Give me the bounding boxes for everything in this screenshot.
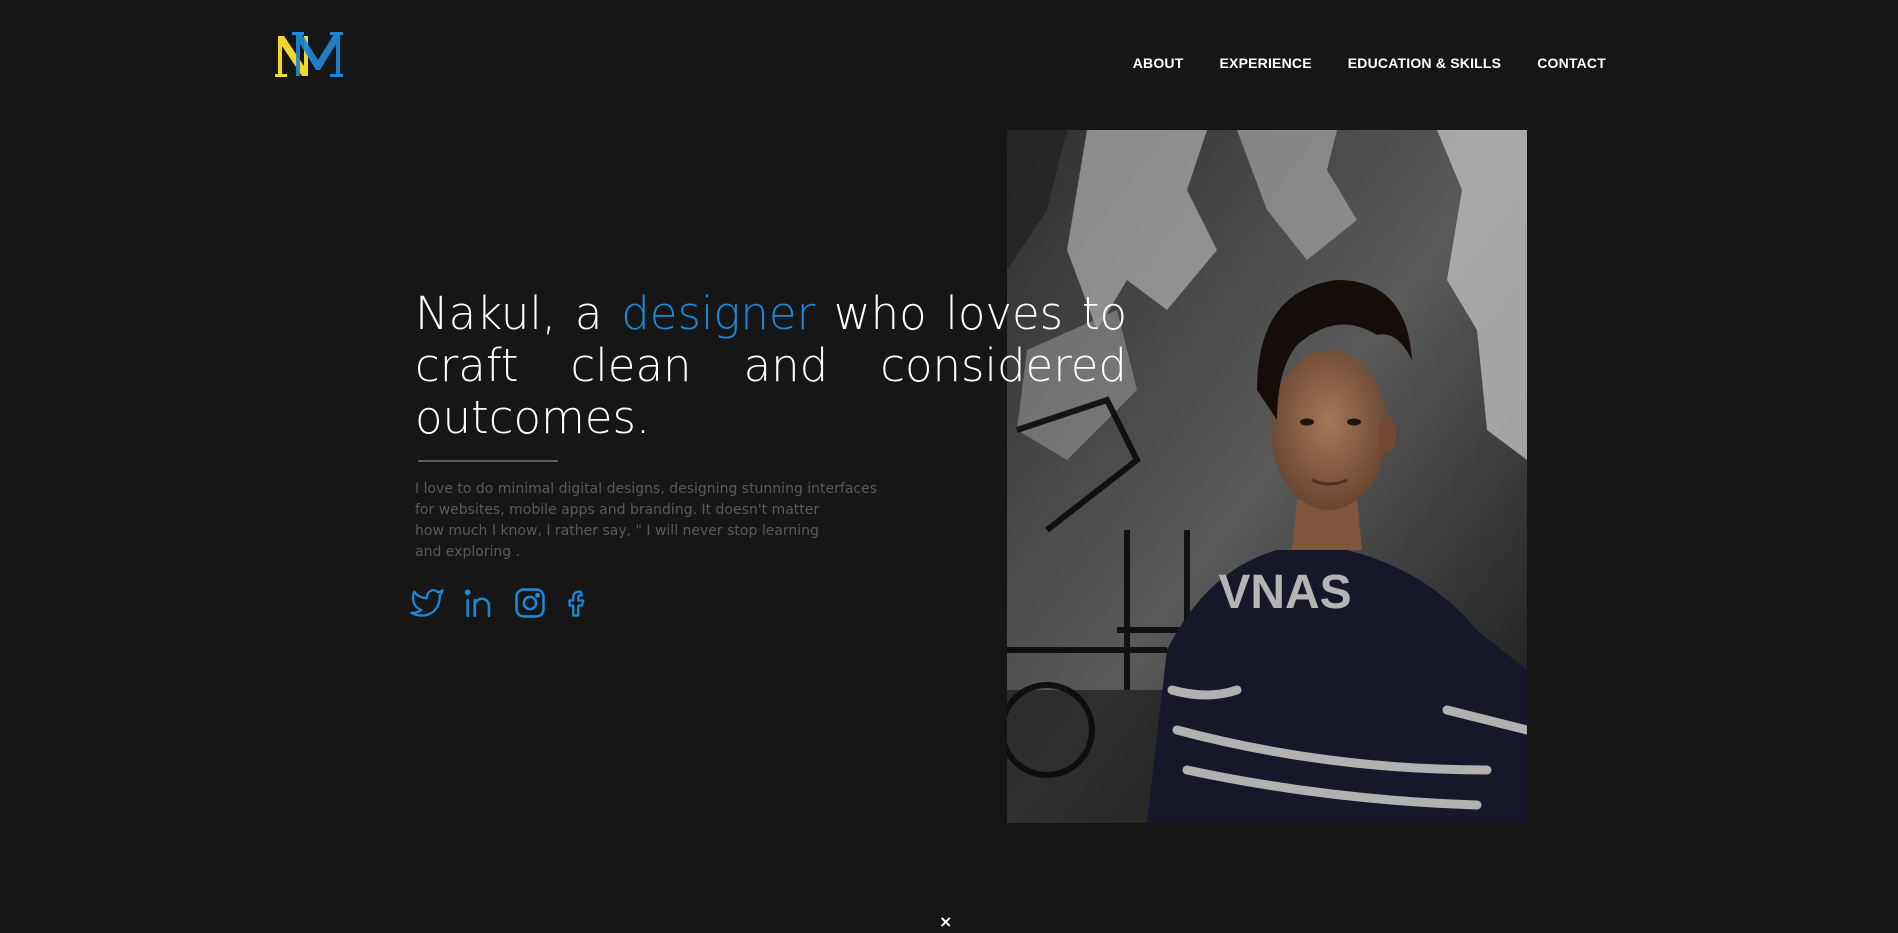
hero-description-line: I love to do minimal digital designs, de… [415,481,878,497]
hero-description-line: for websites, mobile apps and branding. … [415,502,820,518]
nav-contact[interactable]: CONTACT [1537,55,1606,71]
twitter-icon[interactable] [408,586,446,620]
page: ABOUT EXPERIENCE EDUCATION & SKILLS CONT… [0,0,1898,933]
profile-photo: VNAS [1007,130,1527,823]
instagram-icon[interactable] [512,586,548,620]
nav-about[interactable]: ABOUT [1133,55,1184,71]
social-links [408,586,606,620]
hero-description-line: and exploring . [415,544,521,560]
nav-education-skills[interactable]: EDUCATION & SKILLS [1348,55,1501,71]
nav-experience[interactable]: EXPERIENCE [1220,55,1312,71]
linkedin-icon[interactable] [460,586,498,620]
hero-divider [418,460,558,462]
hero-title-before: Nakul, a [415,287,622,340]
close-icon[interactable]: × [939,912,952,932]
facebook-icon[interactable] [562,586,592,620]
hero-title: Nakul, a designer who loves to craft cle… [415,288,1127,444]
hero-description: I love to do minimal digital designs, de… [415,479,885,563]
hero-description-line: how much I know, I rather say, " I will … [415,523,819,539]
main-nav: ABOUT EXPERIENCE EDUCATION & SKILLS CONT… [1097,55,1606,71]
hero-title-accent: designer [621,287,816,340]
nm-monogram-logo[interactable] [274,30,344,80]
